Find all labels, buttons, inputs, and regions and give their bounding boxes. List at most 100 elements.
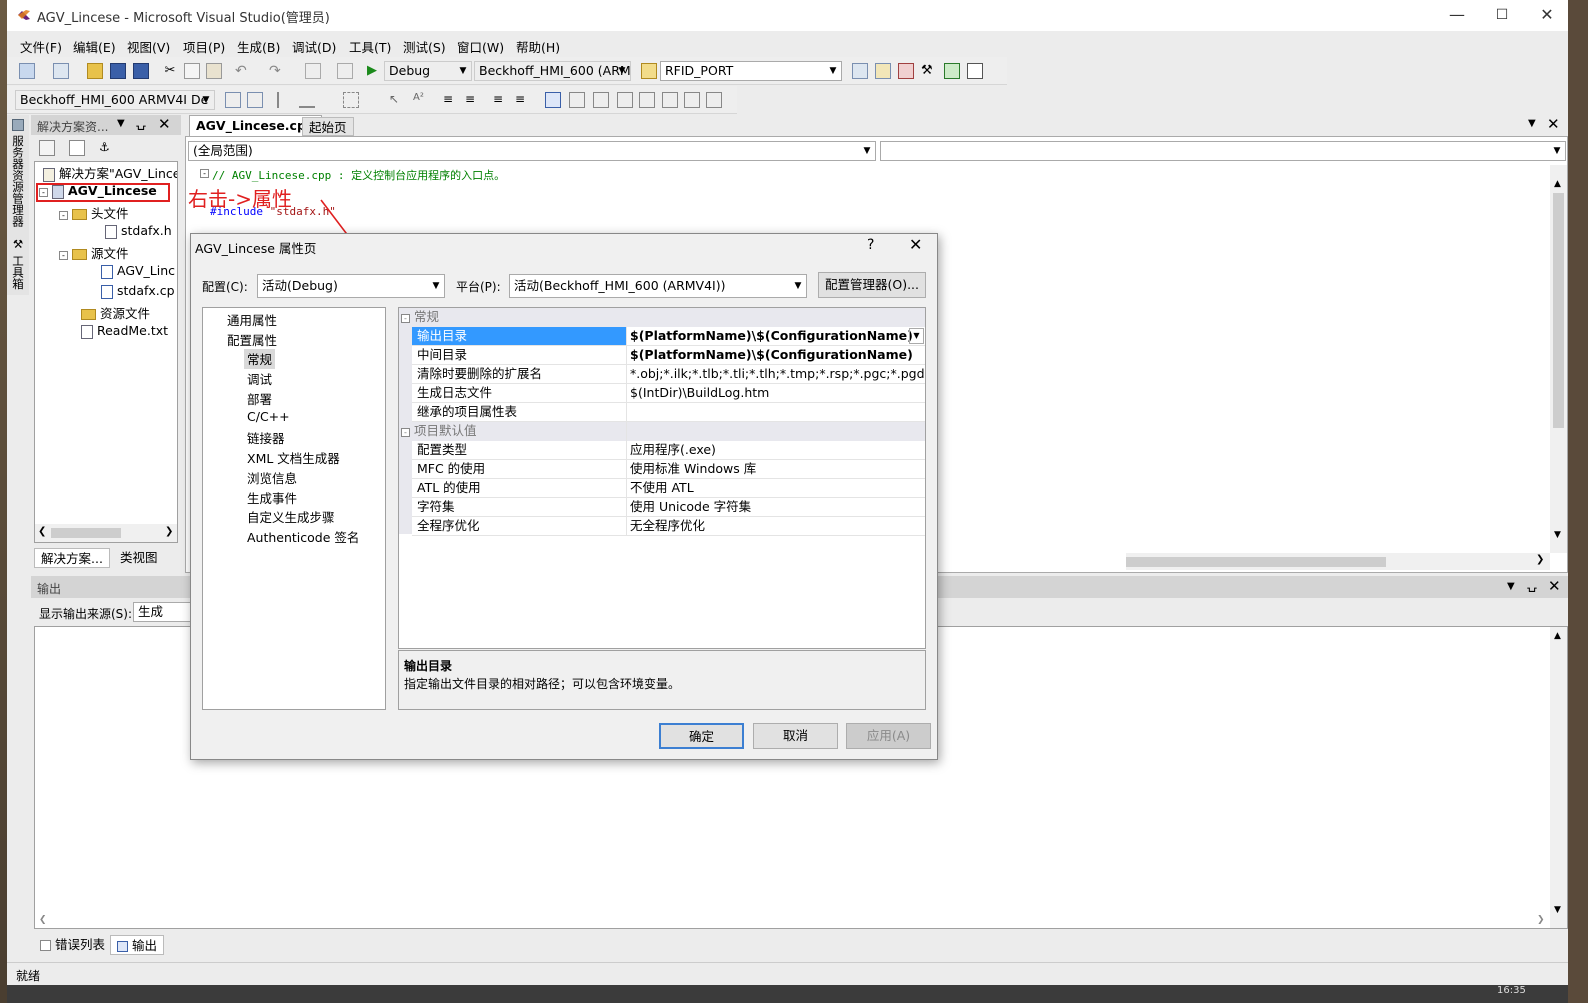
start-debugging-icon[interactable]: ▶ xyxy=(367,63,383,79)
properties-icon[interactable] xyxy=(39,140,55,156)
menu-debug[interactable]: 调试(D) xyxy=(292,37,336,56)
menu-test[interactable]: 测试(S) xyxy=(403,37,446,56)
next-bookmark-in-document-icon[interactable] xyxy=(684,92,700,108)
property-row-config-type[interactable]: 配置类型 应用程序(.exe) xyxy=(412,441,925,460)
member-dropdown[interactable]: ▼ xyxy=(880,141,1566,161)
scroll-thumb[interactable] xyxy=(51,528,121,538)
dropdown-icon[interactable]: ▼ xyxy=(117,118,125,129)
next-bookmark-in-folder-icon[interactable] xyxy=(639,92,655,108)
collapse-icon[interactable]: - xyxy=(59,211,68,220)
scroll-thumb[interactable] xyxy=(1553,193,1564,428)
dialog-close-button[interactable]: ✕ xyxy=(909,235,922,254)
property-row-build-log[interactable]: 生成日志文件 $(IntDir)\BuildLog.htm xyxy=(412,384,925,403)
scroll-right-icon[interactable]: ❯ xyxy=(165,526,173,537)
connect-device-icon[interactable] xyxy=(225,92,241,108)
paste-icon[interactable] xyxy=(206,63,222,79)
show-all-files-icon[interactable] xyxy=(69,140,85,156)
property-row-output-dir[interactable]: 输出目录 $(PlatformName)\$(ConfigurationName… xyxy=(412,327,925,346)
collapse-icon[interactable]: - xyxy=(401,314,410,323)
tree-solution[interactable]: 解决方案"AGV_Lince xyxy=(43,163,177,183)
scroll-down-icon[interactable]: ▼ xyxy=(1554,905,1561,915)
scroll-left-icon[interactable]: ❮ xyxy=(39,915,47,925)
tree-custom-build-step[interactable]: 自定义生成步骤 xyxy=(247,507,335,527)
tab-solution-explorer[interactable]: 解决方案... xyxy=(34,548,110,568)
align-lefts-icon[interactable] xyxy=(277,92,293,108)
server-explorer-tab[interactable]: 服务器资源管理器 xyxy=(10,119,26,227)
redo-icon[interactable]: ↷ xyxy=(269,63,285,79)
property-row-mfc[interactable]: MFC 的使用 使用标准 Windows 库 xyxy=(412,460,925,479)
text-icon[interactable]: A² xyxy=(413,92,429,108)
editor-horizontal-scrollbar[interactable]: ❯ xyxy=(1126,553,1550,570)
solution-explorer-icon[interactable] xyxy=(852,63,868,79)
close-document-icon[interactable]: ✕ xyxy=(1547,115,1560,133)
tree-source-files[interactable]: - 源文件 xyxy=(59,243,128,263)
ok-button[interactable]: 确定 xyxy=(659,723,744,749)
add-item-icon[interactable] xyxy=(53,63,69,79)
tree-deployment[interactable]: 部署 xyxy=(247,389,272,409)
menu-build[interactable]: 生成(B) xyxy=(237,37,280,56)
config-manager-button[interactable]: 配置管理器(O)... xyxy=(818,272,926,298)
undo-icon[interactable]: ↶ xyxy=(235,63,251,79)
navigate-backward-icon[interactable] xyxy=(305,63,321,79)
tree-project[interactable]: - AGV_Lincese xyxy=(39,183,157,203)
tree-stdafx-h[interactable]: stdafx.h xyxy=(105,223,172,243)
tree-authenticode[interactable]: Authenticode 签名 xyxy=(247,527,359,547)
align-centers-icon[interactable] xyxy=(299,92,315,108)
value-dropdown-button[interactable]: ▼ xyxy=(909,328,924,344)
target-device-dropdown[interactable]: Beckhoff_HMI_600 ARMV4I De ▼ xyxy=(15,90,215,110)
platform-dropdown[interactable]: 活动(Beckhoff_HMI_600 (ARMV4I)) ▼ xyxy=(509,274,807,298)
object-browser-icon[interactable] xyxy=(898,63,914,79)
tab-error-list[interactable]: 错误列表 xyxy=(34,935,111,955)
property-row-wpo[interactable]: 全程序优化 无全程序优化 xyxy=(412,517,925,536)
device-options-icon[interactable] xyxy=(247,92,263,108)
dropdown-icon[interactable]: ▼ xyxy=(1507,581,1515,592)
pointer-icon[interactable]: ↖ xyxy=(389,92,405,108)
grid-icon[interactable] xyxy=(343,92,359,108)
property-row-intermediate-dir[interactable]: 中间目录 $(PlatformName)\$(ConfigurationName… xyxy=(412,346,925,365)
tree-configuration-properties[interactable]: 配置属性 xyxy=(227,330,277,350)
start-page-icon[interactable] xyxy=(944,63,960,79)
scroll-thumb[interactable] xyxy=(1126,557,1386,567)
property-row-extensions[interactable]: 清除时要删除的扩展名 *.obj;*.ilk;*.tlb;*.tli;*.tlh… xyxy=(412,365,925,384)
save-all-icon[interactable] xyxy=(133,63,149,79)
toolbox-tab[interactable]: ⚒ 工具箱 xyxy=(10,237,26,289)
find-in-files-icon[interactable] xyxy=(641,63,657,79)
tree-header-files[interactable]: - 头文件 xyxy=(59,203,128,223)
increase-indent-icon[interactable]: ≡ xyxy=(443,92,459,108)
maximize-button[interactable]: ☐ xyxy=(1482,4,1522,26)
tree-build-events[interactable]: 生成事件 xyxy=(247,488,297,508)
bookmark-icon[interactable] xyxy=(545,92,561,108)
scroll-right-icon[interactable]: ❯ xyxy=(1537,915,1545,925)
cancel-button[interactable]: 取消 xyxy=(753,723,838,749)
tree-browse-info[interactable]: 浏览信息 xyxy=(247,468,297,488)
menu-project[interactable]: 项目(P) xyxy=(183,37,225,56)
command-window-icon[interactable] xyxy=(967,63,983,79)
prev-bookmark-icon[interactable] xyxy=(569,92,585,108)
pin-icon[interactable]: ⍽ xyxy=(136,116,146,131)
find-combo[interactable]: RFID_PORT ▼ xyxy=(660,61,842,81)
scroll-up-icon[interactable]: ▲ xyxy=(1554,179,1561,189)
next-bookmark-icon[interactable] xyxy=(593,92,609,108)
tree-readme[interactable]: ReadMe.txt xyxy=(81,323,168,343)
scroll-right-icon[interactable]: ❯ xyxy=(1536,554,1544,565)
menu-view[interactable]: 视图(V) xyxy=(127,37,170,56)
clear-bookmarks-icon[interactable] xyxy=(706,92,722,108)
prev-bookmark-in-folder-icon[interactable] xyxy=(617,92,633,108)
minimize-button[interactable]: — xyxy=(1437,4,1477,26)
tree-general[interactable]: 常规 xyxy=(244,349,276,369)
tree-cpp[interactable]: C/C++ xyxy=(247,409,290,429)
scope-dropdown[interactable]: (全局范围) ▼ xyxy=(188,141,876,161)
collapse-icon[interactable]: - xyxy=(39,188,48,197)
pin-icon[interactable]: ⍽ xyxy=(1527,578,1537,593)
scroll-left-icon[interactable]: ❮ xyxy=(38,526,46,537)
tree-debugging[interactable]: 调试 xyxy=(247,369,272,389)
tree-horizontal-scrollbar[interactable]: ❮ ❯ xyxy=(35,524,177,542)
cut-icon[interactable]: ✂ xyxy=(162,63,178,79)
menu-file[interactable]: 文件(F) xyxy=(20,37,62,56)
menu-window[interactable]: 窗口(W) xyxy=(457,37,504,56)
tree-resource-files[interactable]: 资源文件 xyxy=(81,303,150,323)
decrease-indent-icon[interactable]: ≡ xyxy=(465,92,481,108)
apply-button[interactable]: 应用(A) xyxy=(846,723,931,749)
config-dropdown[interactable]: 活动(Debug) ▼ xyxy=(257,274,445,298)
property-row-charset[interactable]: 字符集 使用 Unicode 字符集 xyxy=(412,498,925,517)
